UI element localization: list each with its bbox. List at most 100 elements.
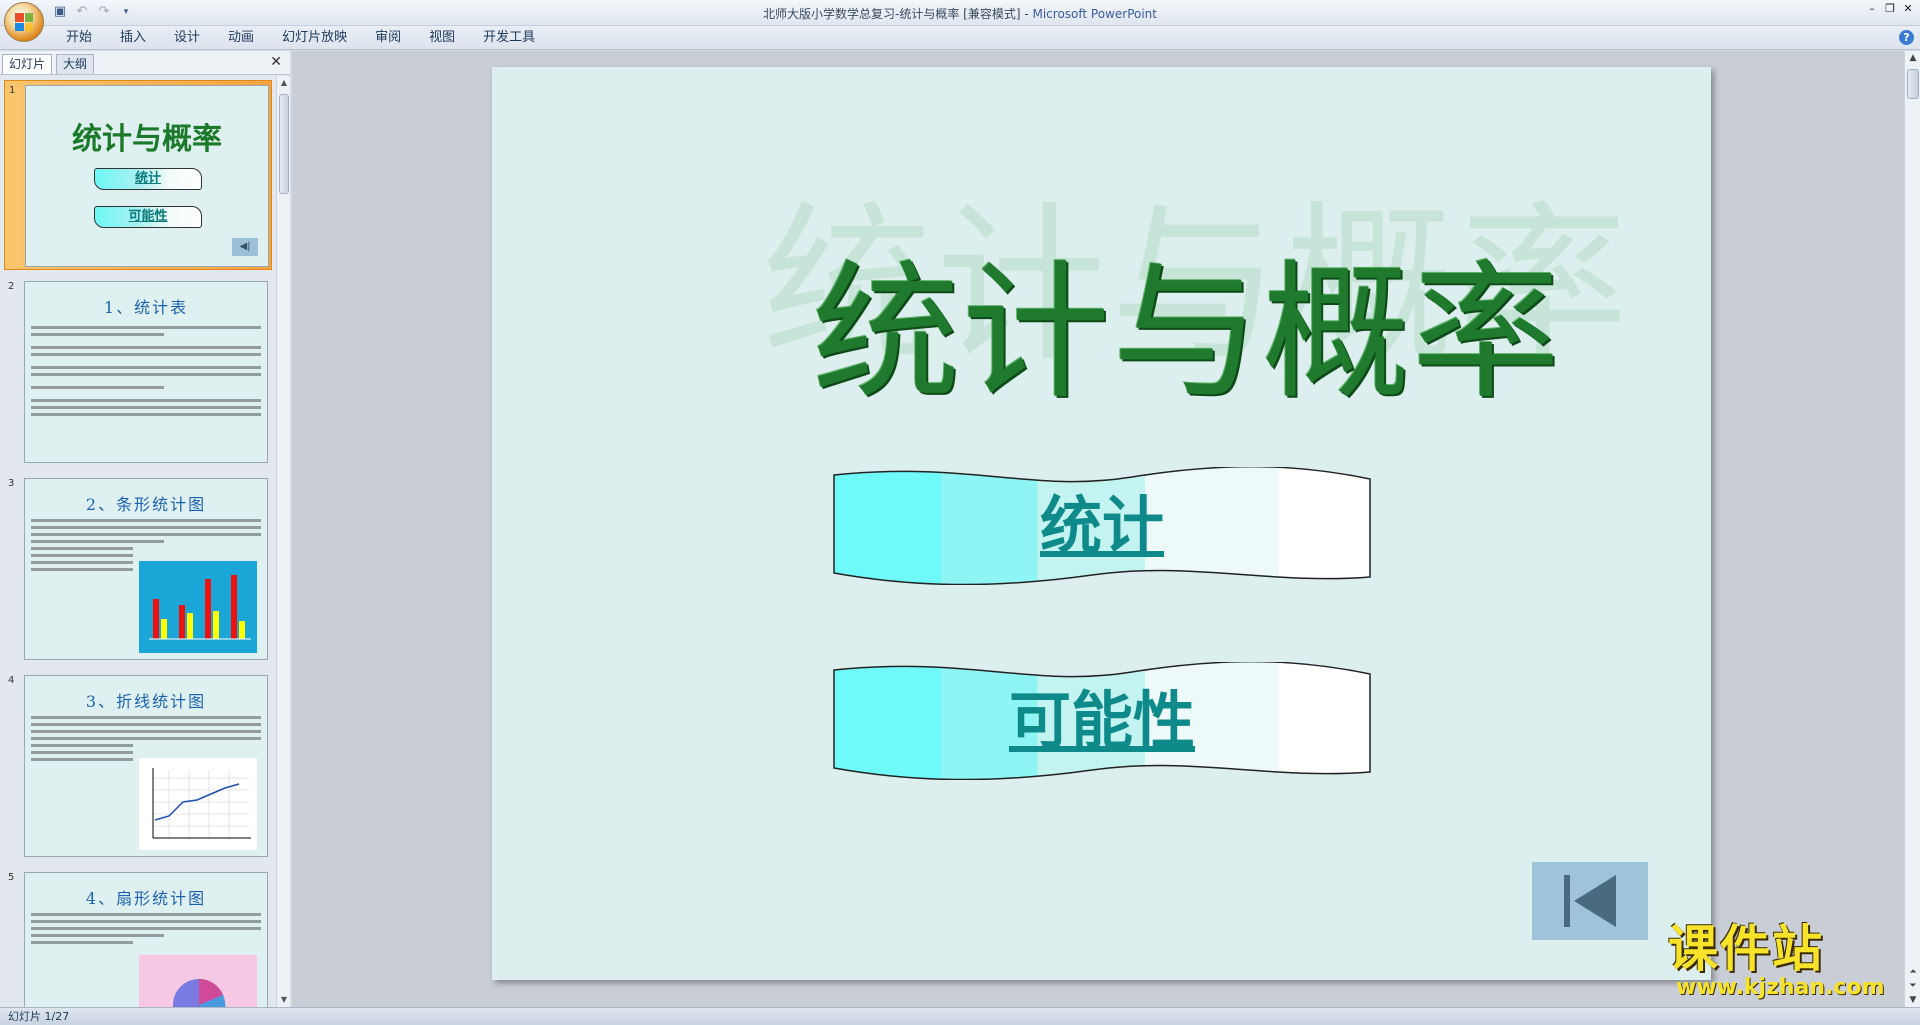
slide-thumbnail-5[interactable]: 5 4、扇形统计图 xyxy=(4,868,272,1007)
minimize-icon[interactable]: – xyxy=(1864,2,1880,16)
text-line xyxy=(31,723,261,726)
tab-developer[interactable]: 开发工具 xyxy=(469,30,549,46)
thumb-title: 4、扇形统计图 xyxy=(85,889,207,908)
slide-thumbnail-4[interactable]: 4 3、折线统计图 xyxy=(4,671,272,861)
close-pane-icon[interactable]: ✕ xyxy=(270,54,282,70)
slide-preview: 统计与概率 统计 可能性 ◀| xyxy=(25,85,269,267)
slide-thumbnails: 1 统计与概率 统计 可能性 ◀| 2 1、统计表 3 2、条形统计图 4 3、… xyxy=(0,76,276,1007)
scroll-up-icon[interactable]: ▲ xyxy=(277,76,291,90)
restore-icon[interactable]: ❐ xyxy=(1882,2,1898,16)
previous-slide-icon[interactable]: ⏶ xyxy=(1905,965,1920,979)
slide-number: 3 xyxy=(8,478,15,489)
scrollbar-thumb[interactable] xyxy=(1907,69,1919,99)
scroll-up-icon[interactable]: ▲ xyxy=(1905,51,1920,65)
text-line xyxy=(31,413,261,416)
slides-pane: 幻灯片 大纲 ✕ 1 统计与概率 统计 可能性 ◀| 2 1、统计表 3 2、条… xyxy=(0,51,290,1007)
text-line xyxy=(31,547,133,550)
ribbon: 开始 插入 设计 动画 幻灯片放映 审阅 视图 开发工具 ? xyxy=(0,26,1920,50)
watermark-name: 课件站 xyxy=(1668,920,1824,978)
tab-animations[interactable]: 动画 xyxy=(214,30,268,46)
slide-title: 统计与概率 xyxy=(812,247,1562,419)
tab-slides[interactable]: 幻灯片 xyxy=(2,54,53,74)
tab-view[interactable]: 视图 xyxy=(415,30,469,46)
slide-preview: 1、统计表 xyxy=(24,281,268,463)
slide-number: 1 xyxy=(9,85,16,96)
slide-number: 4 xyxy=(8,675,15,686)
scroll-down-icon[interactable]: ▼ xyxy=(277,993,291,1007)
thumb-banner-probability: 可能性 xyxy=(94,206,202,228)
slide-number: 5 xyxy=(8,872,15,883)
close-icon[interactable]: ✕ xyxy=(1900,2,1916,16)
text-line xyxy=(31,737,261,740)
tab-home[interactable]: 开始 xyxy=(52,30,106,46)
next-slide-icon[interactable]: ⏷ xyxy=(1905,979,1920,993)
text-line xyxy=(31,353,261,356)
probability-link-label[interactable]: 可能性 xyxy=(832,662,1372,780)
tab-slideshow[interactable]: 幻灯片放映 xyxy=(268,30,361,46)
watermark-logo: 课件站 www.kjzhan.com xyxy=(1668,922,1904,1004)
office-button[interactable] xyxy=(4,2,44,42)
text-line xyxy=(31,927,261,930)
slide-scrollbar[interactable]: ▲ ⏶ ⏷ ▼ xyxy=(1904,51,1920,1007)
text-line xyxy=(31,568,133,571)
line-chart-thumbnail xyxy=(139,758,257,850)
text-line xyxy=(31,934,165,937)
text-line xyxy=(31,540,165,543)
office-logo-icon xyxy=(15,13,33,31)
scrollbar-thumb[interactable] xyxy=(279,94,289,194)
text-line xyxy=(31,366,261,369)
text-line xyxy=(31,399,261,402)
stats-link-label[interactable]: 统计 xyxy=(832,467,1372,585)
text-line xyxy=(31,561,133,564)
help-icon[interactable]: ? xyxy=(1899,30,1914,45)
bar-chart-thumbnail xyxy=(139,561,257,653)
text-line xyxy=(31,333,165,336)
text-line xyxy=(31,751,133,754)
slide-thumbnail-3[interactable]: 3 2、条形统计图 xyxy=(4,474,272,664)
tab-insert[interactable]: 插入 xyxy=(106,30,160,46)
slide-thumbnail-1[interactable]: 1 统计与概率 统计 可能性 ◀| xyxy=(4,80,272,270)
text-line xyxy=(31,519,261,522)
text-line xyxy=(31,758,133,761)
slide-counter: 幻灯片 1/27 xyxy=(8,1010,70,1023)
text-line xyxy=(31,716,261,719)
slide-preview: 3、折线统计图 xyxy=(24,675,268,857)
probability-link-button[interactable]: 可能性 xyxy=(832,662,1372,780)
app-name: Microsoft PowerPoint xyxy=(1032,7,1157,21)
status-bar: 幻灯片 1/27 xyxy=(0,1007,1920,1025)
title-separator: - xyxy=(1020,7,1033,21)
text-line xyxy=(31,941,133,944)
pane-tabs: 幻灯片 大纲 ✕ xyxy=(0,51,290,75)
slide-number: 2 xyxy=(8,281,15,292)
document-title: 北师大版小学数学总复习-统计与概率 [兼容模式] xyxy=(763,7,1021,21)
slide: 统计与概率 统计与概率 统计 可能性 xyxy=(492,67,1711,980)
window-title: 北师大版小学数学总复习-统计与概率 [兼容模式] - Microsoft Pow… xyxy=(0,5,1920,22)
text-line xyxy=(31,920,261,923)
text-line xyxy=(31,554,133,557)
text-line xyxy=(31,913,261,916)
thumb-back-icon: ◀| xyxy=(232,238,258,256)
ribbon-tabs: 开始 插入 设计 动画 幻灯片放映 审阅 视图 开发工具 xyxy=(52,30,549,46)
text-line xyxy=(31,730,261,733)
text-line xyxy=(31,326,261,329)
text-line xyxy=(31,406,261,409)
scroll-down-icon[interactable]: ▼ xyxy=(1905,993,1920,1007)
watermark-url: www.kjzhan.com xyxy=(1676,975,1885,1000)
text-line xyxy=(31,386,165,389)
window-controls: – ❐ ✕ xyxy=(1864,2,1916,16)
first-slide-button[interactable] xyxy=(1532,862,1648,940)
slide-preview: 2、条形统计图 xyxy=(24,478,268,660)
tab-design[interactable]: 设计 xyxy=(160,30,214,46)
title-bar: ▣ ↶ ↷ ▾ 北师大版小学数学总复习-统计与概率 [兼容模式] - Micro… xyxy=(0,0,1920,26)
tab-review[interactable]: 审阅 xyxy=(361,30,415,46)
thumb-banner-stats: 统计 xyxy=(94,168,202,190)
slide-thumbnail-2[interactable]: 2 1、统计表 xyxy=(4,277,272,467)
thumb-title: 统计与概率 xyxy=(72,122,222,157)
text-line xyxy=(31,744,133,747)
text-line xyxy=(31,526,261,529)
thumb-title: 2、条形统计图 xyxy=(85,495,207,514)
stats-link-button[interactable]: 统计 xyxy=(832,467,1372,585)
tab-outline[interactable]: 大纲 xyxy=(56,54,95,74)
skip-to-first-icon xyxy=(1564,875,1616,927)
thumbnails-scrollbar[interactable]: ▲ ▼ xyxy=(276,76,290,1007)
